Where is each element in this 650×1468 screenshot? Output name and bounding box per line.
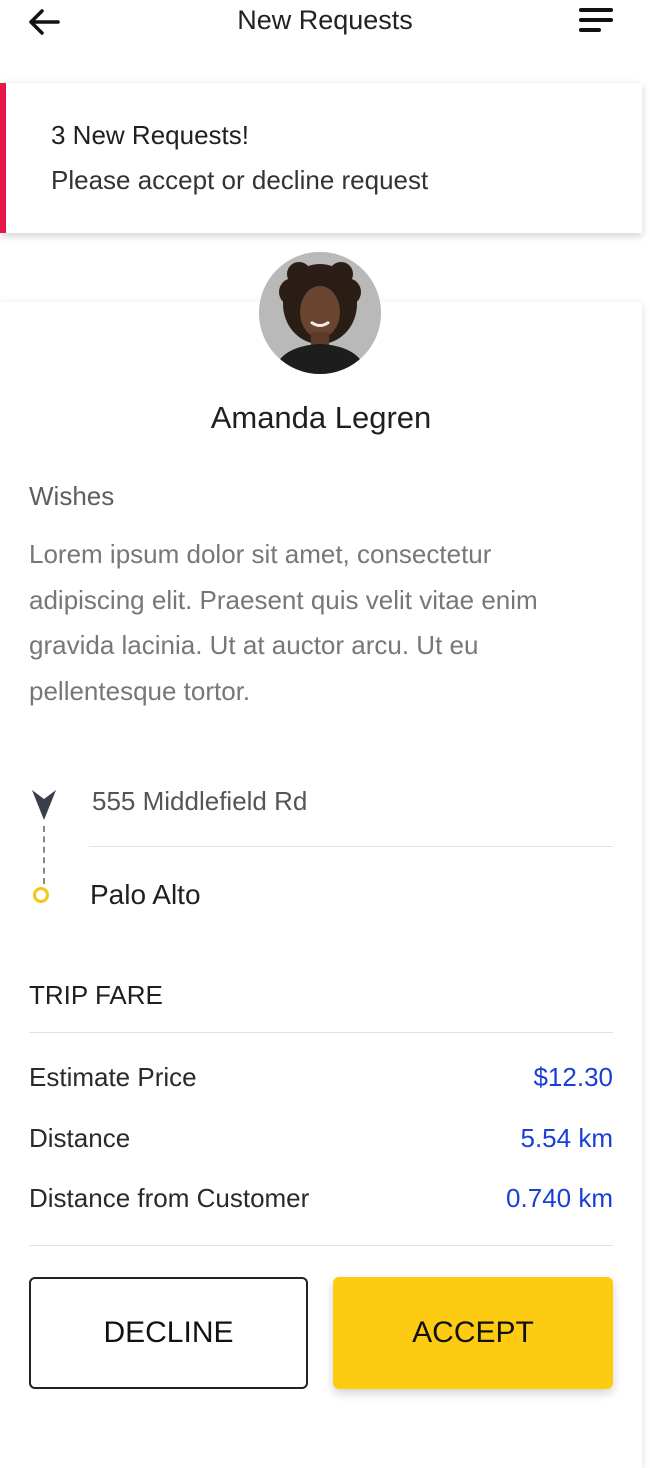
customer-name: Amanda Legren (210, 400, 432, 435)
menu-button[interactable] (576, 5, 616, 37)
wishes-label: Wishes (29, 481, 115, 511)
menu-icon (579, 8, 613, 32)
route-divider (89, 846, 613, 847)
fare-row-distance: Distance 5.54 km (29, 1123, 613, 1159)
banner-title: 3 New Requests! (51, 120, 249, 150)
fare-value: 0.740 km (506, 1183, 613, 1213)
banner-subtitle: Please accept or decline request (51, 165, 429, 195)
fare-label: Estimate Price (29, 1062, 197, 1092)
decline-button[interactable]: DECLINE (29, 1277, 308, 1389)
fare-divider (29, 1245, 613, 1246)
wishes-text: Lorem ipsum dolor sit amet, consectetur … (29, 539, 538, 706)
banner-accent-stripe (0, 83, 6, 233)
new-requests-banner: 3 New Requests! Please accept or decline… (0, 83, 642, 233)
fare-divider (29, 1032, 613, 1033)
pickup-address: 555 Middlefield Rd (92, 786, 308, 816)
fare-value: 5.54 km (520, 1123, 614, 1153)
fare-label: Distance from Customer (29, 1183, 310, 1213)
fare-row-distance-from-customer: Distance from Customer 0.740 km (29, 1183, 613, 1219)
trip-fare-title: TRIP FARE (29, 980, 163, 1010)
app-header: New Requests (0, 0, 650, 46)
fare-row-estimate-price: Estimate Price $12.30 (29, 1062, 613, 1098)
route-connector (43, 826, 45, 884)
avatar (259, 252, 381, 374)
destination-circle-icon (33, 887, 49, 903)
destination-address: Palo Alto (90, 879, 201, 910)
fare-label: Distance (29, 1123, 131, 1153)
accept-button[interactable]: ACCEPT (333, 1277, 613, 1389)
page-title: New Requests (237, 5, 413, 35)
location-arrow-icon (32, 790, 56, 820)
fare-value: $12.30 (533, 1062, 613, 1092)
